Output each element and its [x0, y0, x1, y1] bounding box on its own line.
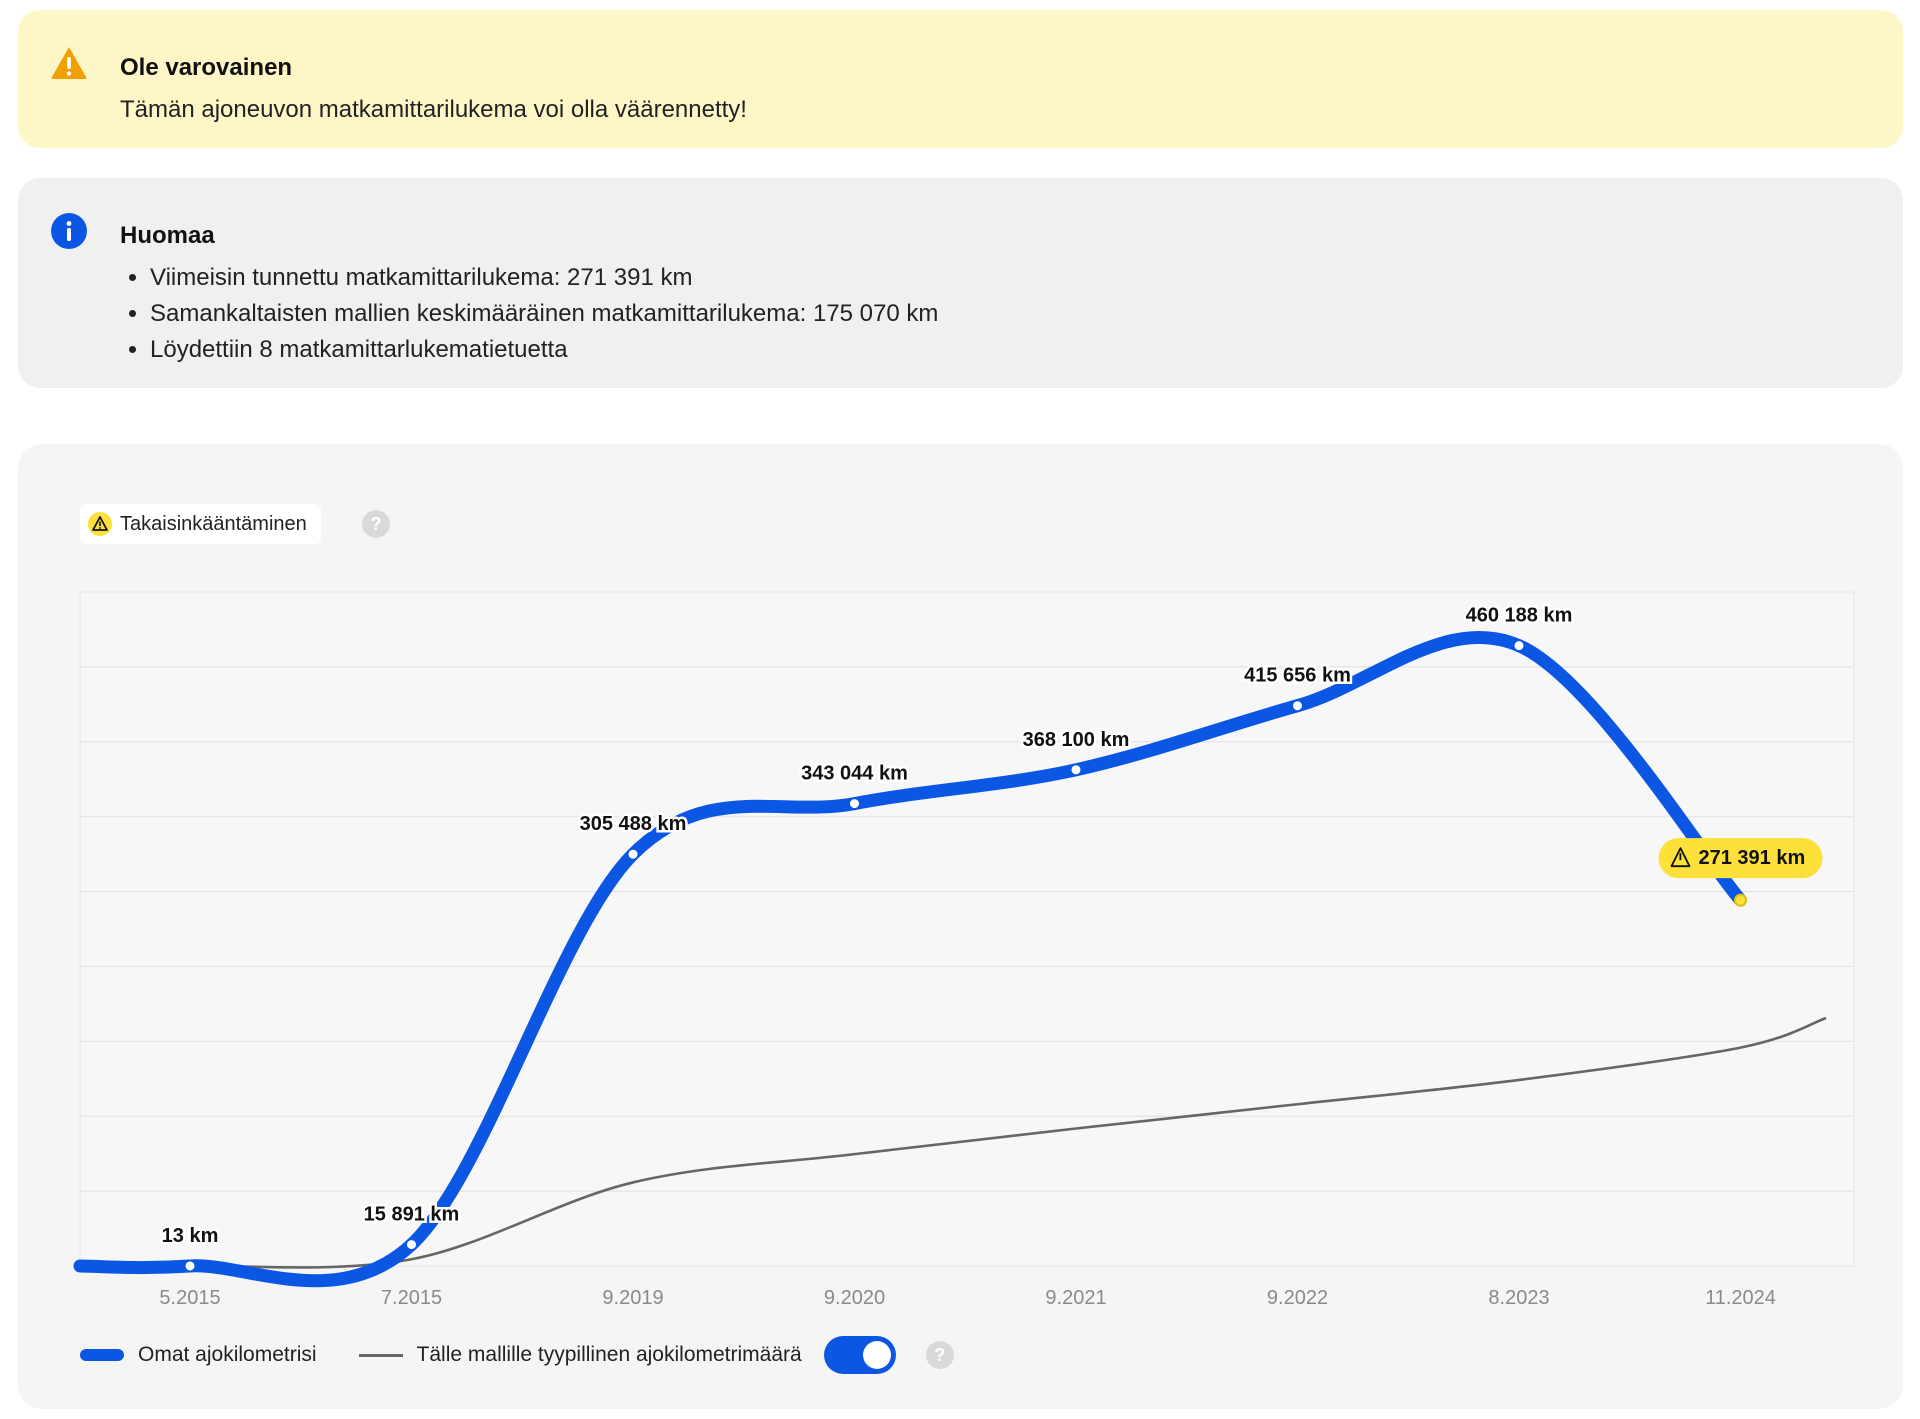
info-list-item: Viimeisin tunnettu matkamittarilukema: 2…: [150, 260, 938, 296]
data-label: 343 044 km: [801, 763, 908, 785]
help-icon[interactable]: ?: [925, 1341, 954, 1369]
data-label: 368 100 km: [1023, 729, 1130, 751]
x-tick-label: 11.2024: [1705, 1287, 1776, 1309]
warning-mark: [1679, 853, 1682, 861]
chart-legend: Omat ajokilometrisi Tälle mallille tyypi…: [80, 1336, 954, 1374]
legend-swatch-typical: [358, 1353, 403, 1357]
info-list-item: Löydettiin 8 matkamittarlukematietuetta: [150, 332, 938, 368]
mileage-chart: 13 km 15 891 km 305 488 km 343 044 km 368 10…: [73, 591, 1855, 1309]
data-label: 305 488 km: [580, 813, 687, 835]
data-point: [405, 1238, 418, 1252]
data-point: [183, 1259, 197, 1273]
data-point: [1512, 639, 1526, 653]
data-label: 271 391 km: [1699, 847, 1806, 869]
warning-title: Ole varovainen: [120, 54, 293, 81]
toggle-knob: [862, 1341, 891, 1369]
data-point: [848, 797, 861, 811]
warning-triangle-icon: [51, 47, 87, 79]
info-alert: Huomaa Viimeisin tunnettu matkamittarilu…: [18, 178, 1903, 388]
data-label: 460 188 km: [1466, 605, 1573, 627]
x-tick-label: 7.2015: [381, 1287, 442, 1309]
x-tick-label: 9.2019: [602, 1287, 663, 1309]
data-point: [1069, 763, 1083, 777]
data-label: 13 km: [162, 1225, 219, 1247]
legend-swatch-own: [80, 1349, 124, 1361]
info-title: Huomaa: [120, 222, 215, 249]
data-point: [1291, 699, 1304, 713]
data-label: 415 656 km: [1244, 665, 1351, 687]
data-point: [626, 847, 640, 861]
legend-own-label: Omat ajokilometrisi: [138, 1343, 317, 1366]
x-tick-label: 9.2022: [1267, 1287, 1328, 1309]
warning-alert: Ole varovainen Tämän ajoneuvon matkamitt…: [18, 10, 1903, 148]
warning-text: Tämän ajoneuvon matkamittarilukema voi o…: [120, 96, 747, 123]
mileage-chart-card: Takaisinkääntäminen ? 13 km 15 891 km 305 …: [18, 444, 1903, 1409]
data-point: [1734, 893, 1747, 907]
info-list: Viimeisin tunnettu matkamittarilukema: 2…: [120, 260, 938, 368]
info-icon: [51, 213, 87, 249]
typical-mileage-toggle[interactable]: [823, 1336, 896, 1374]
x-tick-label: 8.2023: [1488, 1287, 1549, 1309]
legend-typical-label: Tälle mallille tyypillinen ajokilometrim…: [416, 1343, 802, 1366]
x-tick-label: 5.2015: [159, 1287, 220, 1309]
x-tick-label: 9.2020: [824, 1287, 885, 1309]
info-list-item: Samankaltaisten mallien keskimääräinen m…: [150, 296, 938, 332]
flagged-value-badge: 271 391 km: [1658, 838, 1823, 879]
data-label: 15 891 km: [364, 1204, 460, 1226]
x-tick-label: 9.2021: [1045, 1287, 1106, 1309]
